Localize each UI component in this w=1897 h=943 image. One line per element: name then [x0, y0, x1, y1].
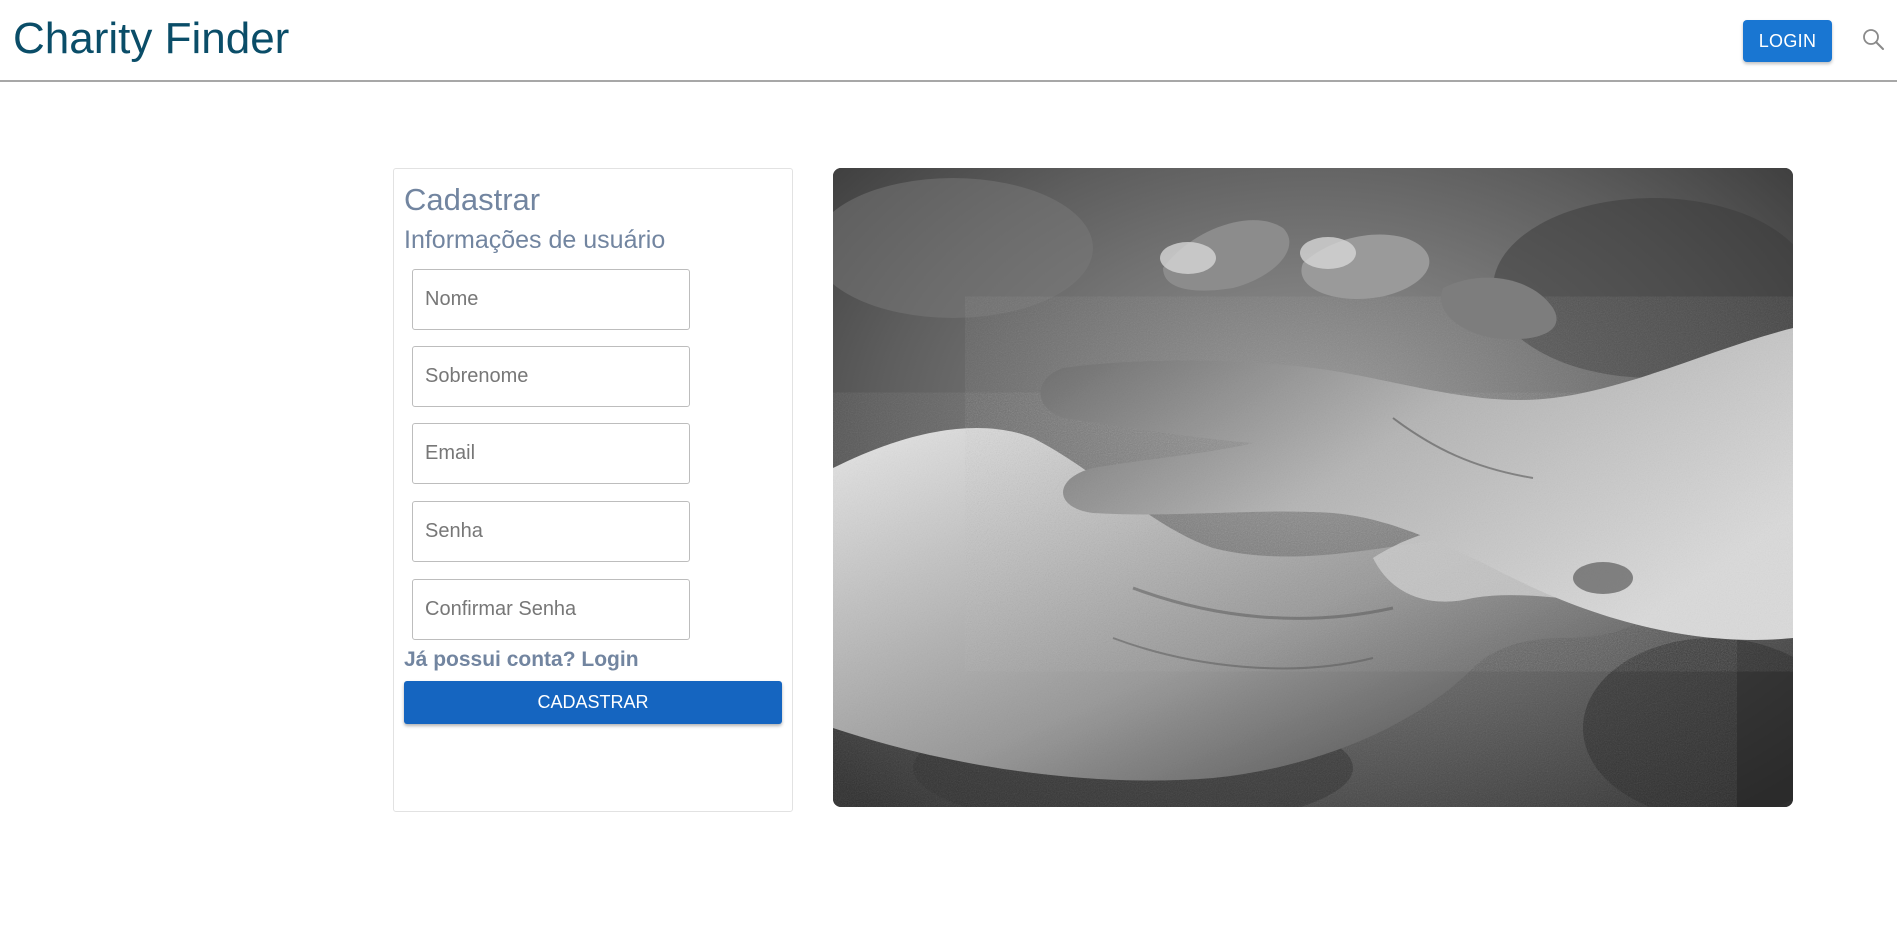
last-name-field[interactable]: [412, 346, 690, 407]
helping-hands-photo: [833, 168, 1793, 807]
register-button[interactable]: CADASTRAR: [404, 681, 782, 724]
confirm-password-field[interactable]: [412, 579, 690, 640]
login-button[interactable]: LOGIN: [1743, 20, 1832, 62]
brand-title[interactable]: Charity Finder: [13, 13, 289, 65]
search-icon: [1863, 29, 1884, 50]
hero-image: [833, 168, 1793, 807]
top-app-bar: Charity Finder LOGIN: [0, 0, 1897, 82]
login-link[interactable]: Já possui conta? Login: [404, 647, 639, 673]
search-button[interactable]: [1860, 26, 1888, 54]
password-field[interactable]: [412, 501, 690, 562]
form-subtitle: Informações de usuário: [404, 226, 666, 254]
form-title: Cadastrar: [404, 182, 541, 217]
email-field[interactable]: [412, 423, 690, 484]
first-name-field[interactable]: [412, 269, 690, 330]
signup-card: Cadastrar Informações de usuário Já poss…: [393, 168, 793, 812]
